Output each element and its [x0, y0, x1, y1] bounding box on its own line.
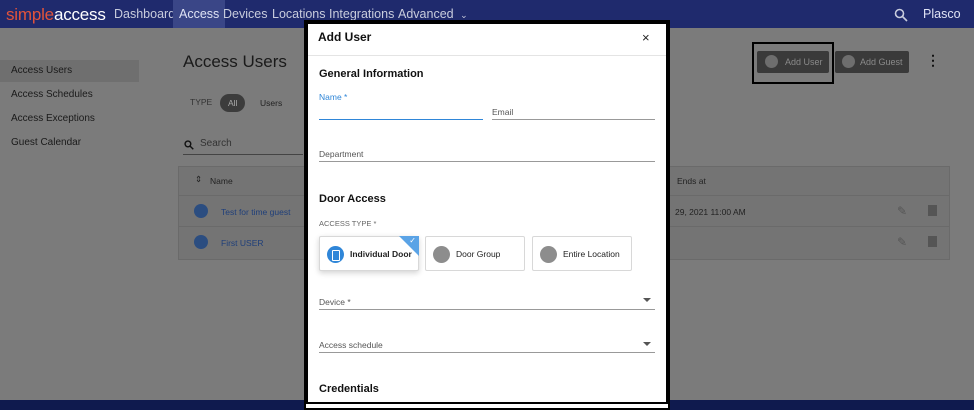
close-icon[interactable]: × — [642, 30, 650, 45]
sort-icon[interactable]: ⇕ — [195, 174, 202, 185]
table-row-name-link[interactable]: First USER — [221, 238, 264, 248]
table-row-ends-at: 29, 2021 11:00 AM — [675, 207, 746, 217]
add-guest-label: Add Guest — [860, 57, 903, 67]
column-header-ends-at[interactable]: Ends at — [677, 176, 706, 186]
access-type-door-group[interactable]: Door Group — [425, 236, 525, 271]
access-type-label-door-group: Door Group — [456, 249, 501, 259]
chevron-down-icon: ⌄ — [460, 10, 468, 20]
filter-users-pill[interactable]: Users — [252, 94, 290, 112]
device-select[interactable] — [319, 309, 655, 310]
nav-access[interactable]: Access — [173, 0, 226, 28]
department-input[interactable] — [319, 161, 655, 162]
access-type-individual-door[interactable]: Individual Door ✓ — [319, 236, 419, 271]
sidebar-item-access-schedules[interactable]: Access Schedules — [0, 84, 139, 106]
department-field-label: Department — [319, 149, 364, 159]
access-type-entire-location[interactable]: Entire Location — [532, 236, 632, 271]
access-schedule-select[interactable] — [319, 352, 655, 353]
brand-simple: simple — [6, 5, 54, 24]
search-icon[interactable] — [894, 0, 908, 28]
nav-devices[interactable]: Devices — [223, 0, 267, 28]
add-guest-button[interactable]: Add Guest — [835, 51, 909, 73]
avatar — [194, 235, 208, 249]
edit-icon[interactable]: ✎ — [897, 204, 907, 218]
name-field-label: Name * — [319, 92, 348, 102]
delete-icon[interactable] — [928, 236, 937, 247]
access-type-label: ACCESS TYPE * — [319, 219, 377, 228]
more-options-icon[interactable]: ⋮ — [926, 52, 940, 68]
avatar — [194, 204, 208, 218]
column-header-name[interactable]: Name — [210, 176, 233, 186]
name-input[interactable] — [319, 119, 483, 120]
page-title: Access Users — [183, 52, 287, 71]
door-group-icon — [433, 246, 450, 263]
sidebar-item-access-exceptions[interactable]: Access Exceptions — [0, 108, 139, 130]
sidebar-item-access-users[interactable]: Access Users — [0, 60, 139, 82]
nav-advanced-label: Advanced — [398, 7, 454, 21]
email-input[interactable] — [492, 119, 655, 120]
brand-logo[interactable]: simpleaccess — [6, 5, 106, 25]
delete-icon[interactable] — [928, 205, 937, 216]
user-name: Plasco — [923, 7, 961, 21]
search-field[interactable]: Search — [183, 136, 303, 155]
type-filter-label: TYPE — [190, 97, 213, 107]
highlight-frame — [752, 42, 834, 84]
brand-access: access — [53, 5, 106, 24]
access-schedule-field-label: Access schedule — [319, 340, 383, 350]
device-field-label: Device * — [319, 297, 351, 307]
section-door-access: Door Access — [319, 193, 386, 205]
search-placeholder: Search — [200, 138, 232, 149]
table-row-name-link[interactable]: Test for time guest — [221, 207, 290, 217]
door-icon — [327, 246, 344, 263]
modal-divider — [308, 55, 666, 56]
access-type-label-entire-location: Entire Location — [563, 249, 620, 259]
dropdown-arrow-icon[interactable] — [643, 342, 651, 346]
dropdown-arrow-icon[interactable] — [643, 298, 651, 302]
nav-dashboard[interactable]: Dashboard — [114, 0, 175, 28]
search-icon — [184, 140, 194, 150]
section-credentials: Credentials — [319, 383, 379, 395]
location-pin-icon — [540, 246, 557, 263]
guest-icon — [842, 55, 855, 68]
section-general-information: General Information — [319, 68, 424, 80]
edit-icon[interactable]: ✎ — [897, 235, 907, 249]
email-field-label: Email — [492, 107, 514, 117]
filter-all-pill[interactable]: All — [220, 94, 246, 112]
modal-title: Add User — [318, 30, 372, 44]
check-icon: ✓ — [409, 236, 416, 245]
user-menu[interactable]: Plasco ⌄ — [923, 0, 974, 48]
sidebar-item-guest-calendar[interactable]: Guest Calendar — [0, 132, 139, 154]
